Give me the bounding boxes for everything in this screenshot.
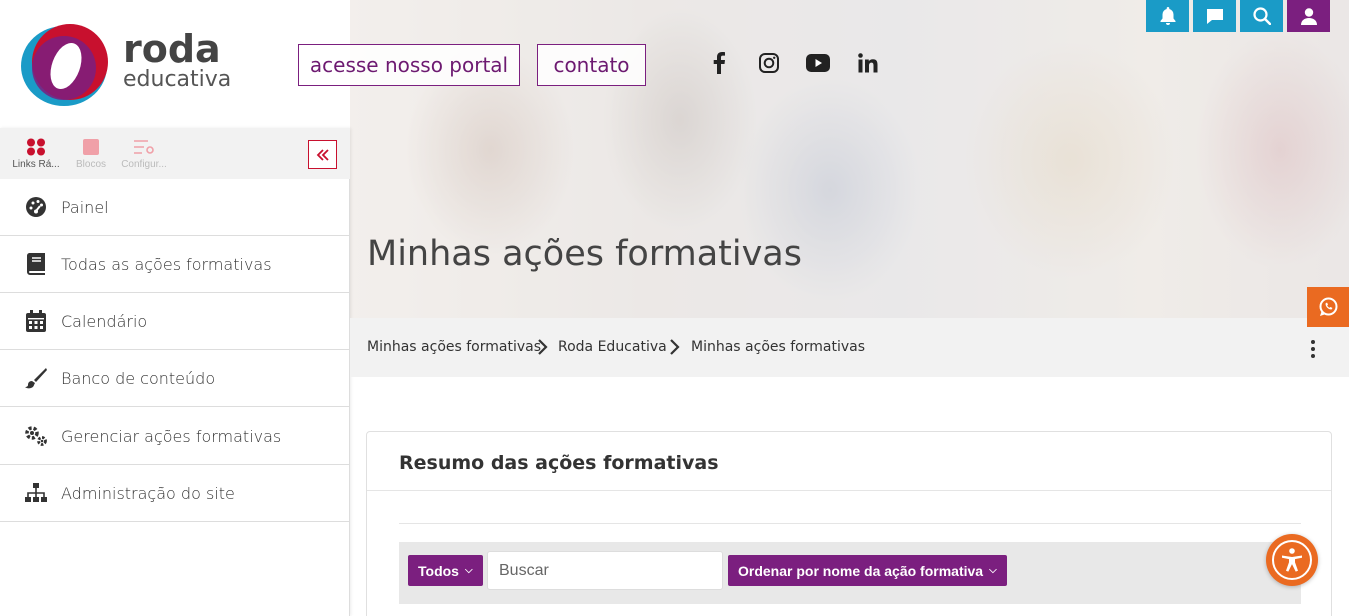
breadcrumb-item[interactable]: Roda Educativa	[558, 339, 667, 355]
filter-bar: Todos ⌵ Ordenar por nome da ação formati…	[399, 542, 1301, 604]
sidebar-item-painel[interactable]: Painel	[0, 179, 350, 236]
page-title: Minhas ações formativas	[367, 234, 802, 274]
logo-icon[interactable]	[20, 22, 110, 108]
accessibility-icon	[1272, 540, 1312, 580]
chevron-right-icon	[670, 339, 680, 355]
sidebar-item-label: Todas as ações formativas	[61, 254, 272, 274]
calendar-icon	[24, 310, 48, 332]
user-icon[interactable]	[1287, 0, 1330, 32]
dashboard-icon	[24, 196, 48, 218]
brand-name: roda	[123, 27, 221, 71]
tab-blocos[interactable]: Blocos	[61, 138, 121, 170]
tab-label: Blocos	[75, 159, 106, 170]
chevron-down-icon: ⌵	[989, 565, 997, 576]
chevron-down-icon: ⌵	[464, 565, 473, 576]
tab-label: Configur...	[121, 159, 167, 170]
contact-button[interactable]: contato	[537, 44, 646, 86]
chevron-right-icon	[538, 339, 548, 355]
sidebar-item-gerenciar-acoes[interactable]: Gerenciar ações formativas	[0, 408, 350, 465]
tab-label: Links Rá...	[12, 159, 60, 170]
links-icon	[27, 138, 45, 156]
drawer-tabs: Links Rá... Blocos Configur...	[0, 128, 350, 179]
search-icon[interactable]	[1240, 0, 1283, 32]
tab-links-rapidos[interactable]: Links Rá...	[6, 138, 66, 170]
collapse-drawer-button[interactable]	[308, 140, 337, 169]
instagram-icon[interactable]	[756, 50, 782, 76]
sidebar: Links Rá... Blocos Configur... Painel To…	[0, 128, 350, 616]
settings-icon	[134, 140, 154, 154]
accessibility-button[interactable]	[1266, 534, 1318, 586]
divider	[399, 523, 1301, 524]
sitemap-icon	[24, 482, 48, 504]
sidebar-item-label: Painel	[61, 197, 109, 217]
breadcrumb-item[interactable]: Minhas ações formativas	[367, 339, 541, 355]
tab-configuracoes[interactable]: Configur...	[114, 138, 174, 170]
filter-label: Todos	[418, 562, 459, 579]
sidebar-item-todas-acoes[interactable]: Todas as ações formativas	[0, 236, 350, 293]
sort-label: Ordenar por nome da ação formativa	[738, 562, 984, 579]
youtube-icon[interactable]	[805, 50, 831, 76]
book-icon	[24, 253, 48, 275]
sidebar-item-administracao[interactable]: Administração do site	[0, 465, 350, 522]
whatsapp-icon[interactable]	[1307, 287, 1349, 327]
sidebar-item-calendario[interactable]: Calendário	[0, 293, 350, 350]
sidebar-item-label: Calendário	[61, 311, 148, 331]
linkedin-icon[interactable]	[855, 50, 881, 76]
sort-dropdown[interactable]: Ordenar por nome da ação formativa ⌵	[728, 555, 1007, 586]
sidebar-item-label: Gerenciar ações formativas	[61, 426, 282, 446]
chat-icon[interactable]	[1193, 0, 1236, 32]
card-title: Resumo das ações formativas	[399, 452, 719, 474]
search-input[interactable]	[487, 551, 723, 590]
portal-button[interactable]: acesse nosso portal	[298, 44, 520, 86]
double-chevron-left-icon	[316, 148, 329, 161]
brush-icon	[24, 367, 48, 389]
breadcrumb-current: Minhas ações formativas	[691, 339, 865, 355]
filter-dropdown[interactable]: Todos ⌵	[408, 555, 483, 586]
bell-icon[interactable]	[1146, 0, 1189, 32]
course-overview-card: Resumo das ações formativas Todos ⌵ Orde…	[366, 431, 1332, 616]
sidebar-item-banco-conteudo[interactable]: Banco de conteúdo	[0, 350, 350, 407]
sidebar-item-label: Banco de conteúdo	[61, 368, 216, 388]
kebab-menu-icon[interactable]	[1305, 340, 1321, 358]
blocks-icon	[83, 139, 99, 155]
facebook-icon[interactable]	[706, 50, 732, 76]
cogs-icon	[24, 425, 48, 447]
divider	[367, 490, 1331, 491]
brand-subtitle: educativa	[123, 67, 232, 92]
sidebar-item-label: Administração do site	[61, 483, 235, 503]
